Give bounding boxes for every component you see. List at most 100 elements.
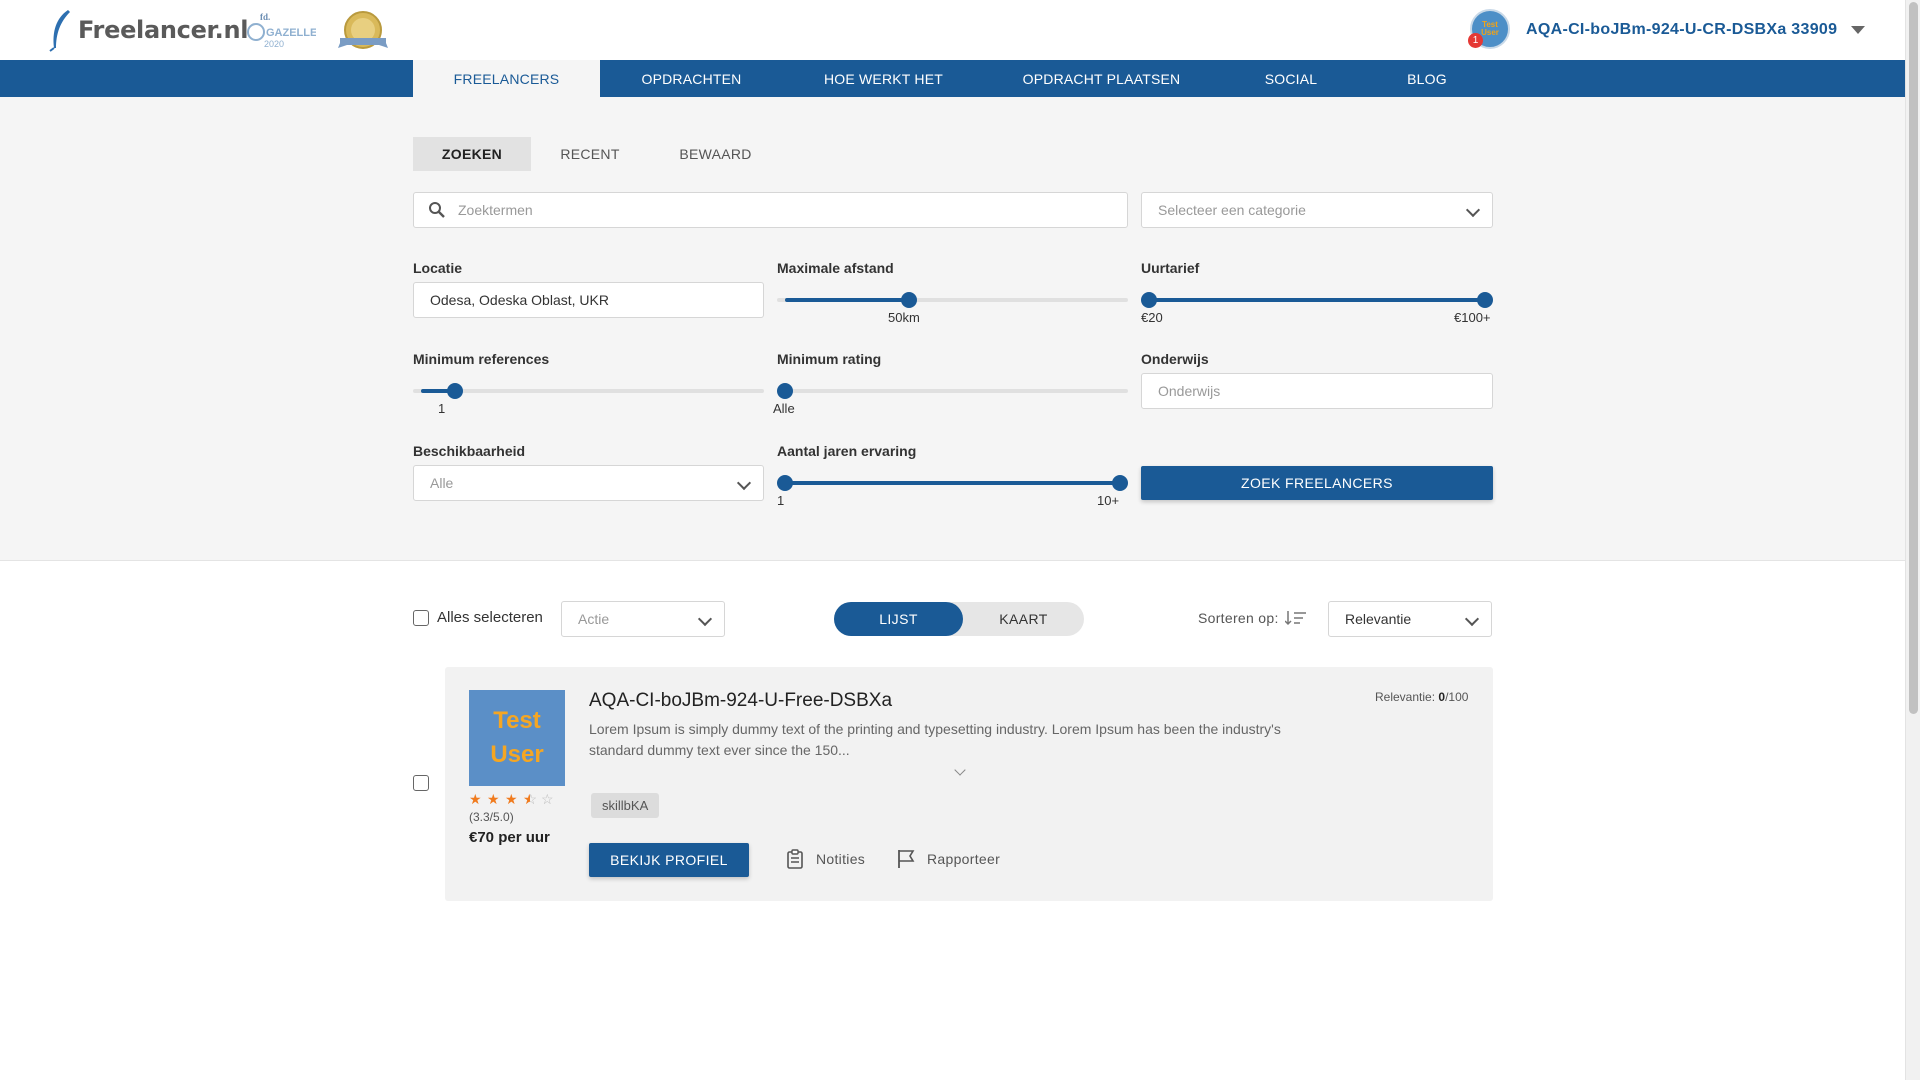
relevance-score: Relevantie: 0/100 [1375,690,1468,704]
references-slider-handle[interactable] [446,383,463,399]
search-icon [429,202,445,218]
brand-name: Freelancer.nl [78,16,249,44]
feather-icon [49,10,70,52]
rating-value: Alle [773,401,795,416]
gazellen-badge-year: 2020 [264,39,284,49]
main-navigation: FREELANCERS OPDRACHTEN HOE WERKT HET OPD… [0,60,1905,97]
search-freelancers-button[interactable]: ZOEK FREELANCERS [1141,466,1493,500]
rating-stars: ★ ★ ★ ★☆ ☆ [469,792,559,807]
header-avatar[interactable]: Test User 1 [1468,9,1512,51]
nav-opdrachten[interactable]: OPDRACHTEN [600,60,783,97]
freelancer-name[interactable]: AQA-CI-boJBm-924-U-Free-DSBXa [589,690,892,712]
star-full-icon: ★ [505,791,518,807]
sort-label: Sorteren op: [1198,610,1307,626]
nav-hoe-werkt-het[interactable]: HOE WERKT HET [783,60,984,97]
location-input[interactable]: Odesa, Odeska Oblast, UKR [413,282,764,318]
tab-bewaard[interactable]: BEWAARD [649,137,782,171]
freelancer-avatar[interactable]: Test User [469,690,565,786]
rating-slider-track[interactable] [777,389,1128,393]
references-label: Minimum references [413,351,550,367]
user-name[interactable]: AQA-CI-boJBm-924-U-CR-DSBXa 33909 [1526,21,1837,39]
rate-max-value: €100+ [1454,310,1491,325]
distance-label: Maximale afstand [777,260,894,276]
nav-opdracht-plaatsen[interactable]: OPDRACHT PLAATSEN [984,60,1219,97]
notes-button[interactable]: Notities [786,849,865,869]
experience-label: Aantal jaren ervaring [777,443,917,459]
experience-max-value: 10+ [1097,493,1120,508]
category-placeholder: Selecteer een categorie [1158,202,1306,218]
chevron-down-icon [736,475,752,491]
sort-icon[interactable] [1284,610,1307,626]
flag-icon [898,850,915,868]
action-placeholder: Actie [578,611,610,627]
rate-min-value: €20 [1141,310,1163,325]
star-half-icon: ★☆ [523,792,537,807]
star-empty-icon: ☆ [541,791,554,807]
select-all-label[interactable]: Alles selecteren [437,609,543,626]
experience-slider-min-handle[interactable] [777,475,793,491]
user-menu[interactable]: Test User 1 AQA-CI-boJBm-924-U-CR-DSBXa 3… [1468,9,1866,51]
distance-slider-fill [785,298,909,302]
location-label: Locatie [413,260,463,276]
chevron-down-icon [697,611,713,627]
education-input[interactable]: Onderwijs [1141,373,1493,409]
rating-label: Minimum rating [777,351,882,367]
search-panel [0,97,1905,561]
clipboard-icon [787,849,803,869]
freelancer-logo[interactable]: Freelancer.nl [46,8,249,52]
location-value: Odesa, Odeska Oblast, UKR [430,292,609,308]
chevron-down-icon [1464,611,1480,627]
freelancer-avatar-line1: Test [493,707,541,734]
freelancer-avatar-line2: User [490,741,544,768]
rate-label: Uurtarief [1141,260,1200,276]
category-select[interactable]: Selecteer een categorie [1141,192,1493,228]
availability-select[interactable]: Alle [413,465,764,501]
relevance-max: /100 [1445,690,1469,704]
caret-down-icon[interactable] [1851,26,1866,34]
report-button[interactable]: Rapporteer [897,849,1000,869]
rate-slider-max-handle[interactable] [1477,292,1493,308]
search-input[interactable]: Zoektermen [413,192,1128,228]
chevron-down-icon [1465,202,1481,218]
nav-blog[interactable]: BLOG [1363,60,1491,97]
view-map-button[interactable]: KAART [963,602,1084,636]
relevance-label: Relevantie: [1375,690,1436,704]
tab-recent[interactable]: RECENT [531,137,649,171]
experience-slider-max-handle[interactable] [1112,475,1128,491]
rate-slider-min-handle[interactable] [1141,292,1157,308]
distance-value: 50km [888,310,920,325]
hourly-rate: €70 per uur [469,829,550,846]
experience-slider-fill [785,481,1120,485]
gazellen-badge: fd. GAZELLEN 2020 [247,12,316,49]
distance-slider-handle[interactable] [900,292,917,308]
sort-label-text: Sorteren op: [1198,610,1279,626]
references-slider-track[interactable] [413,389,764,393]
sort-value: Relevantie [1345,611,1412,627]
education-placeholder: Onderwijs [1158,383,1221,399]
availability-value: Alle [430,475,454,491]
freelancer-description: Lorem Ipsum is simply dummy text of the … [589,721,1281,758]
view-list-button[interactable]: LIJST [834,602,963,636]
rate-slider-fill [1149,298,1485,302]
top-header: Freelancer.nl fd. GAZELLEN 2020 TestUser… [0,0,1905,60]
header-avatar-text: Test User [1481,20,1499,37]
availability-label: Beschikbaarheid [413,443,526,459]
report-label: Rapporteer [927,851,1001,867]
award-seal-icon [338,11,388,49]
view-profile-button[interactable]: BEKIJK PROFIEL [589,843,749,877]
rating-text: (3.3/5.0) [469,810,514,824]
action-select[interactable]: Actie [561,601,725,637]
select-all-checkbox[interactable] [413,610,429,626]
notification-badge[interactable]: 1 [1468,33,1483,48]
nav-social[interactable]: SOCIAL [1219,60,1363,97]
result-select-checkbox[interactable] [413,775,429,791]
tab-zoeken[interactable]: ZOEKEN [413,137,531,171]
nav-freelancers[interactable]: FREELANCERS [413,60,600,97]
sort-select[interactable]: Relevantie [1328,601,1492,637]
search-placeholder: Zoektermen [458,202,533,218]
scrollbar-thumb[interactable] [1909,2,1918,714]
star-full-icon: ★ [469,791,482,807]
rating-slider-handle[interactable] [777,383,793,399]
page-scrollbar[interactable] [1905,0,1920,1080]
gazellen-badge-name: GAZELLEN [266,27,316,39]
